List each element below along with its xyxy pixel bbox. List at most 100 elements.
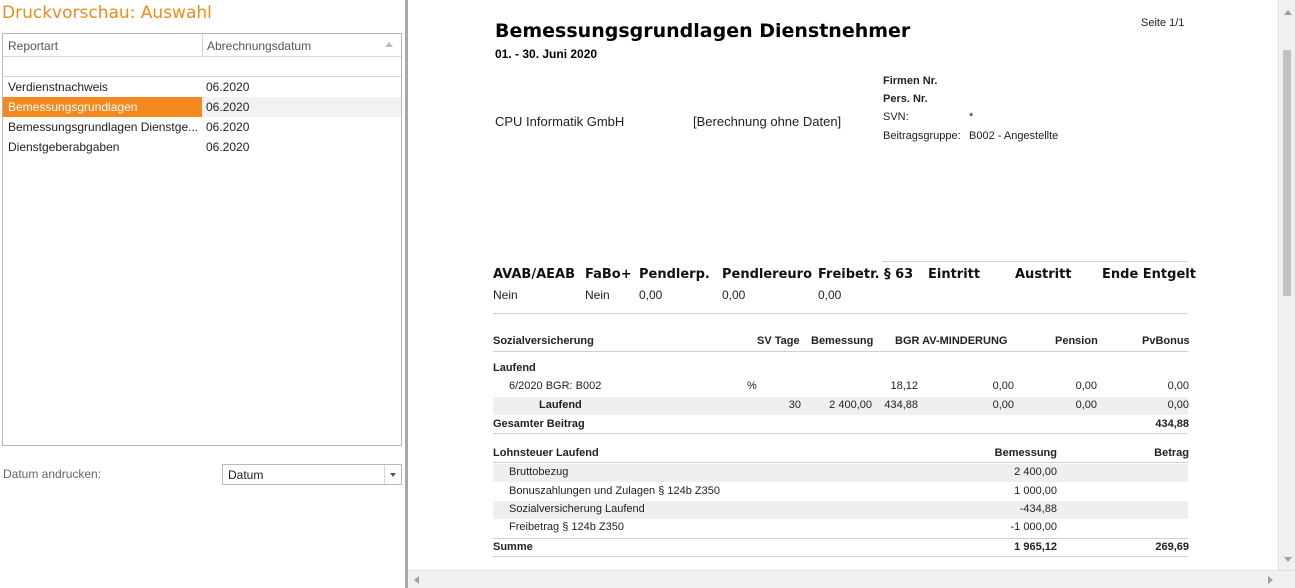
scroll-right-icon[interactable]: [1268, 576, 1273, 584]
header-pendlerp: Pendlerp.: [639, 267, 710, 282]
firmen-nr-label: Firmen Nr.: [883, 75, 938, 87]
sv-row1-label: 6/2020 BGR: B002: [509, 380, 602, 392]
beitragsgruppe-label: Beitragsgruppe:: [883, 130, 961, 142]
grid-header: Reportart Abrechnungsdatum: [3, 34, 401, 57]
divider: [493, 462, 1188, 463]
print-preview-pane[interactable]: Bemessungsgrundlagen Dienstnehmer 01. - …: [405, 0, 1295, 588]
lst-row-value: 2 400,00: [1014, 466, 1057, 478]
lst-sum-bemessung: 1 965,12: [1014, 541, 1057, 553]
vertical-scrollbar[interactable]: [1278, 0, 1295, 570]
sv-total-label: Gesamter Beitrag: [493, 418, 585, 430]
value-avab: Nein: [493, 288, 518, 302]
scroll-thumb[interactable]: [1283, 50, 1291, 296]
divider: [493, 433, 1188, 434]
lst-sum-betrag: 269,69: [1155, 541, 1189, 553]
value-freibetrag: 0,00: [818, 288, 842, 302]
beitragsgruppe-value: B002 - Angestellte: [969, 130, 1059, 142]
divider: [882, 261, 1188, 262]
sv-row2-label: Laufend: [539, 399, 582, 411]
chevron-down-icon[interactable]: [384, 465, 401, 484]
sort-arrow-icon: [385, 42, 393, 47]
row-report-name: Bemessungsgrundlagen Dienstge...: [8, 120, 199, 134]
scroll-up-icon[interactable]: [1284, 10, 1292, 15]
value-fabo: Nein: [585, 288, 610, 302]
sv-row1-pension: 0,00: [1075, 380, 1097, 392]
divider: [493, 538, 1188, 539]
datum-select-value: Datum: [228, 468, 264, 482]
lst-row-value: 1 000,00: [1014, 485, 1057, 497]
report-period: 01. - 30. Juni 2020: [495, 47, 598, 61]
grid-row-verdienstnachweis[interactable]: Verdienstnachweis 06.2020: [3, 77, 401, 97]
page-number: Seite 1/1: [1141, 17, 1185, 29]
sv-header-bemessung: Bemessung: [811, 335, 874, 347]
header-austritt: Austritt: [1015, 267, 1072, 282]
sv-row1-pct: %: [747, 380, 757, 392]
divider: [493, 351, 1188, 352]
sv-group-label: Laufend: [493, 362, 536, 374]
row-date: 06.2020: [206, 120, 250, 134]
header-ende-entgelt: Ende Entgelt: [1102, 267, 1196, 282]
row-stripe: [493, 464, 1188, 482]
sv-header-pension: Pension: [1055, 335, 1098, 347]
calculation-note: [Berechnung ohne Daten]: [693, 114, 842, 129]
sv-row2-av: 0,00: [992, 399, 1014, 411]
lst-header-betrag: Betrag: [1154, 447, 1189, 459]
column-header-abrechnungsdatum[interactable]: Abrechnungsdatum: [207, 39, 311, 53]
grid-filter-row[interactable]: [3, 57, 401, 77]
lst-row-label: Sozialversicherung Laufend: [509, 503, 645, 515]
pers-nr-label: Pers. Nr.: [883, 93, 928, 105]
header-freibetrag: Freibetr. § 63: [818, 267, 914, 282]
datum-andrucken-label: Datum andrucken:: [3, 467, 102, 481]
lst-row-label: Bruttobezug: [509, 466, 569, 478]
sv-row2-pvbonus: 0,00: [1167, 399, 1189, 411]
sv-row2-tage: 30: [788, 399, 801, 411]
value-pendlerp: 0,00: [639, 288, 663, 302]
lst-header-bemessung: Bemessung: [994, 447, 1057, 459]
column-header-reportart[interactable]: Reportart: [8, 39, 58, 53]
scroll-left-icon[interactable]: [414, 576, 419, 584]
sv-total-value: 434,88: [1155, 418, 1189, 430]
value-pendlereuro: 0,00: [722, 288, 746, 302]
row-report-name: Bemessungsgrundlagen: [3, 97, 202, 117]
horizontal-scrollbar[interactable]: [408, 570, 1295, 588]
grid-row-bemessungsgrundlagen[interactable]: Bemessungsgrundlagen 06.2020: [3, 97, 401, 117]
lst-row-label: Bonuszahlungen und Zulagen § 124b Z350: [509, 485, 721, 497]
sv-row1-bgr: 18,12: [890, 380, 918, 392]
header-pendlereuro: Pendlereuro: [722, 267, 813, 282]
divider: [493, 313, 1188, 314]
sv-row2-bgr: 434,88: [884, 399, 918, 411]
sv-header-tage: SV Tage: [757, 335, 800, 347]
grid-row-dienstgeberabgaben[interactable]: Dienstgeberabgaben 06.2020: [3, 137, 401, 157]
header-eintritt: Eintritt: [928, 267, 981, 282]
sv-header-bgr-av: BGR AV-MINDERUNG: [895, 335, 1008, 347]
lst-row-label: Freibetrag § 124b Z350: [509, 521, 624, 533]
row-date: 06.2020: [206, 80, 250, 94]
report-page: Bemessungsgrundlagen Dienstnehmer 01. - …: [408, 0, 1278, 568]
row-date: 06.2020: [206, 100, 250, 114]
row-report-name: Dienstgeberabgaben: [8, 140, 120, 154]
datum-select[interactable]: Datum: [222, 464, 402, 485]
lst-sum-label: Summe: [493, 541, 533, 553]
sv-header-label: Sozialversicherung: [493, 335, 594, 347]
panel-title: Druckvorschau: Auswahl: [2, 3, 212, 23]
row-date: 06.2020: [206, 140, 250, 154]
divider: [493, 556, 1188, 557]
svn-label: SVN:: [883, 111, 909, 123]
scroll-down-icon[interactable]: [1284, 557, 1292, 562]
sv-row1-av: 0,00: [992, 380, 1014, 392]
report-title: Bemessungsgrundlagen Dienstnehmer: [495, 20, 911, 42]
svn-value: *: [969, 111, 974, 123]
company-name: CPU Informatik GmbH: [495, 114, 625, 129]
sv-header-pvbonus: PvBonus: [1142, 335, 1190, 347]
sv-row1-pvbonus: 0,00: [1167, 380, 1189, 392]
header-avab: AVAB/AEAB: [493, 267, 575, 282]
column-separator[interactable]: [202, 34, 203, 56]
lst-header-label: Lohnsteuer Laufend: [493, 447, 599, 459]
grid-row-bemessungsgrundlagen-dienstgeber[interactable]: Bemessungsgrundlagen Dienstge... 06.2020: [3, 117, 401, 137]
header-fabo: FaBo+: [585, 267, 632, 282]
lst-row-value: -434,88: [1019, 503, 1057, 515]
sv-row2-pension: 0,00: [1075, 399, 1097, 411]
report-selection-grid[interactable]: Reportart Abrechnungsdatum Verdienstnach…: [2, 33, 402, 446]
row-report-name: Verdienstnachweis: [8, 80, 109, 94]
lst-row-value: -1 000,00: [1010, 521, 1057, 533]
